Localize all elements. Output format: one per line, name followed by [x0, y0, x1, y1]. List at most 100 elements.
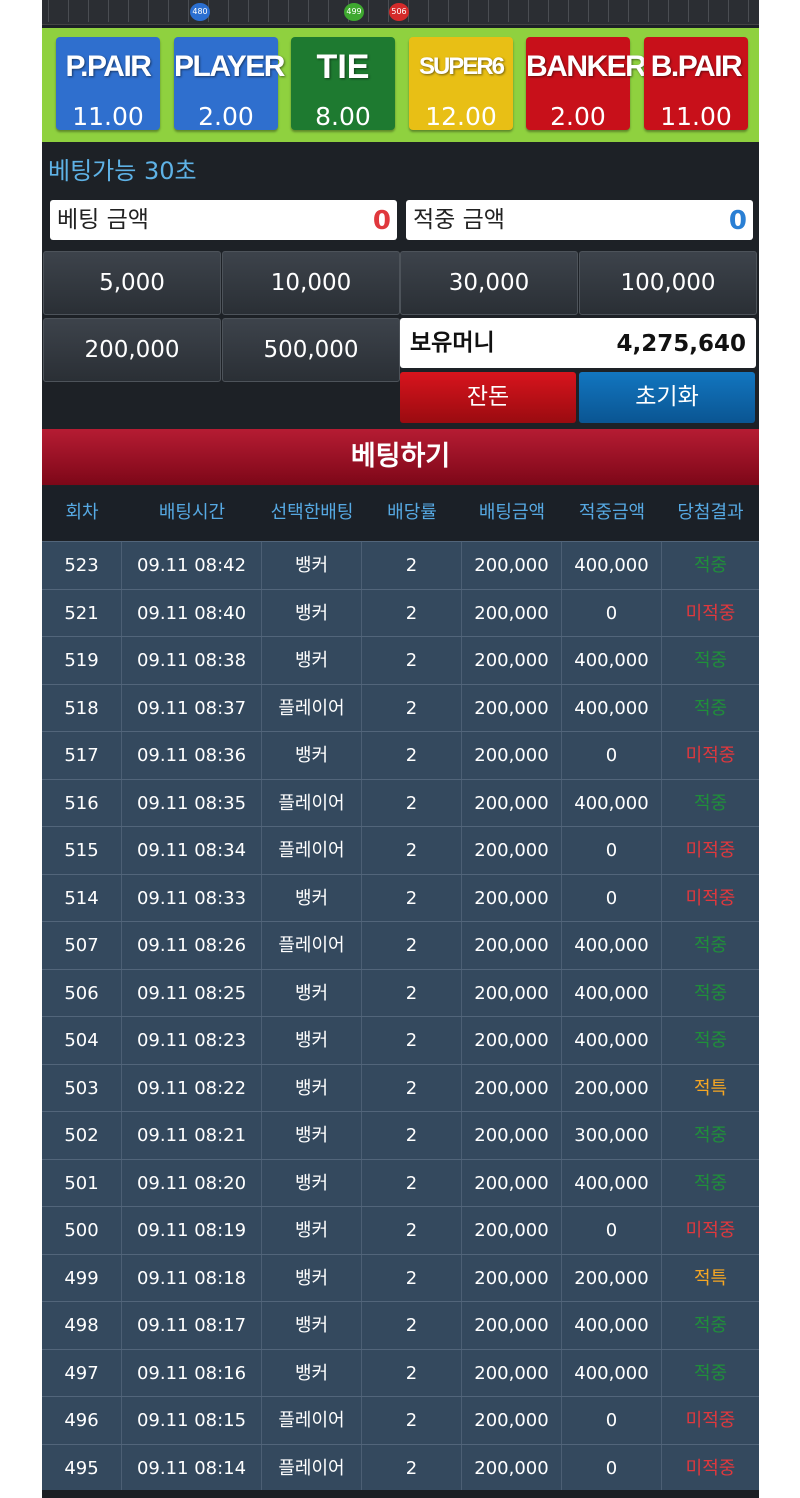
- cell-bet-amount: 200,000: [462, 1302, 562, 1349]
- b-pair-bet-button[interactable]: B.PAIR 11.00: [644, 37, 748, 131]
- cell-odds: 2: [362, 1302, 462, 1349]
- strip-divider: [268, 0, 269, 22]
- strip-divider: [188, 0, 189, 22]
- cell-bet-amount: 200,000: [462, 684, 562, 732]
- bet-option-odds: 2.00: [550, 102, 606, 131]
- strip-divider: [448, 0, 449, 22]
- table-row: 518 09.11 08:37 플레이어 2 200,000 400,000 적중: [42, 683, 759, 732]
- cell-selected-bet: 뱅커: [262, 542, 362, 589]
- strip-divider: [488, 0, 489, 22]
- cell-bet-time: 09.11 08:40: [122, 589, 262, 637]
- strip-divider: [628, 0, 629, 22]
- cell-bet-amount: 200,000: [462, 969, 562, 1017]
- cell-win-amount: 0: [562, 827, 662, 874]
- balance-value: 4,275,640: [616, 331, 747, 357]
- bet-option-odds: 11.00: [72, 102, 144, 131]
- cell-win-amount: 400,000: [562, 637, 662, 684]
- table-row: 495 09.11 08:14 플레이어 2 200,000 0 미적중: [42, 1443, 759, 1492]
- cell-bet-time: 09.11 08:22: [122, 1064, 262, 1112]
- strip-divider: [688, 0, 689, 22]
- table-row: 516 09.11 08:35 플레이어 2 200,000 400,000 적중: [42, 778, 759, 827]
- header-bet-amount: 배팅금액: [478, 502, 546, 523]
- bet-option-name: B.PAIR: [650, 50, 743, 83]
- tie-bet-button[interactable]: TIE 8.00: [291, 37, 395, 131]
- cell-selected-bet: 뱅커: [262, 1112, 362, 1159]
- super6-bet-button[interactable]: SUPER6 12.00: [409, 37, 513, 131]
- header-bet-time: 배팅시간: [158, 502, 226, 523]
- cell-bet-time: 09.11 08:36: [122, 732, 262, 779]
- cell-result: 적특: [693, 1267, 728, 1289]
- bet-option-name: SUPER6: [418, 53, 505, 80]
- table-row: 519 09.11 08:38 뱅커 2 200,000 400,000 적중: [42, 636, 759, 684]
- cell-round: 501: [42, 1159, 122, 1207]
- table-row: 523 09.11 08:42 뱅커 2 200,000 400,000 적중: [42, 541, 759, 589]
- cell-odds: 2: [362, 1349, 462, 1397]
- chip-200000-button[interactable]: 200,000: [43, 318, 221, 382]
- cell-bet-time: 09.11 08:34: [122, 827, 262, 874]
- cell-result: 적중: [693, 792, 728, 814]
- cell-bet-time: 09.11 08:37: [122, 684, 262, 732]
- cell-result: 미적중: [685, 1410, 736, 1431]
- chip-30000-button[interactable]: 30,000: [400, 251, 578, 315]
- cell-round: 499: [42, 1254, 122, 1302]
- cell-bet-time: 09.11 08:17: [122, 1302, 262, 1349]
- cell-bet-amount: 200,000: [462, 827, 562, 874]
- strip-divider: [428, 0, 429, 22]
- strip-divider: [568, 0, 569, 22]
- cell-odds: 2: [362, 1017, 462, 1064]
- strip-divider: [48, 0, 49, 22]
- player-bet-button[interactable]: PLAYER 2.00: [174, 37, 285, 131]
- header-win-amount: 적중금액: [578, 502, 646, 523]
- cell-selected-bet: 뱅커: [262, 637, 362, 684]
- bet-option-odds: 8.00: [315, 102, 371, 131]
- banker-bet-button[interactable]: BANKER 2.00: [526, 37, 647, 131]
- cell-result: 적중: [693, 1030, 728, 1051]
- strip-divider: [328, 0, 329, 22]
- cell-result: 미적중: [685, 887, 736, 909]
- bet-option-name: BANKER: [526, 50, 647, 83]
- change-button[interactable]: 잔돈: [400, 372, 576, 423]
- place-bet-button[interactable]: 베팅하기: [42, 429, 759, 485]
- chip-100000-button[interactable]: 100,000: [579, 251, 757, 315]
- strip-divider: [248, 0, 249, 22]
- bet-option-odds: 2.00: [198, 102, 254, 131]
- bet-option-name: TIE: [316, 48, 370, 86]
- cell-selected-bet: 플레이어: [262, 1444, 362, 1492]
- chip-5000-button[interactable]: 5,000: [43, 251, 221, 315]
- cell-win-amount: 400,000: [562, 922, 662, 969]
- bet-option-odds: 12.00: [425, 102, 497, 131]
- cell-bet-amount: 200,000: [462, 637, 562, 684]
- cell-bet-amount: 200,000: [462, 1349, 562, 1397]
- strip-divider: [168, 0, 169, 22]
- chip-10000-button[interactable]: 10,000: [222, 251, 400, 315]
- cell-bet-time: 09.11 08:42: [122, 542, 262, 589]
- strip-divider: [288, 0, 289, 22]
- cell-win-amount: 400,000: [562, 1159, 662, 1207]
- p-pair-bet-button[interactable]: P.PAIR 11.00: [56, 37, 160, 131]
- table-row: 501 09.11 08:20 뱅커 2 200,000 400,000 적중: [42, 1158, 759, 1207]
- bet-amount-box: 베팅 금액 0: [50, 200, 397, 240]
- cell-odds: 2: [362, 637, 462, 684]
- history-strip: 480 499 506: [42, 0, 759, 25]
- table-row: 521 09.11 08:40 뱅커 2 200,000 0 미적중: [42, 588, 759, 637]
- reset-button[interactable]: 초기화: [579, 372, 755, 423]
- header-round: 회차: [65, 502, 99, 523]
- cell-bet-time: 09.11 08:35: [122, 779, 262, 827]
- chip-500000-button[interactable]: 500,000: [222, 318, 400, 382]
- cell-result: 적중: [693, 1172, 728, 1194]
- bet-option-odds: 11.00: [660, 102, 732, 131]
- cell-odds: 2: [362, 1207, 462, 1254]
- bet-amount-label: 베팅 금액: [57, 207, 149, 233]
- cell-round: 502: [42, 1112, 122, 1159]
- bet-option-name: PLAYER: [174, 50, 285, 83]
- table-row: 496 09.11 08:15 플레이어 2 200,000 0 미적중: [42, 1396, 759, 1444]
- cell-bet-amount: 200,000: [462, 1397, 562, 1444]
- cell-bet-amount: 200,000: [462, 1017, 562, 1064]
- cell-bet-time: 09.11 08:26: [122, 922, 262, 969]
- cell-win-amount: 200,000: [562, 1064, 662, 1112]
- cell-win-amount: 0: [562, 1207, 662, 1254]
- strip-divider: [148, 0, 149, 22]
- cell-odds: 2: [362, 922, 462, 969]
- cell-odds: 2: [362, 589, 462, 637]
- cell-bet-time: 09.11 08:21: [122, 1112, 262, 1159]
